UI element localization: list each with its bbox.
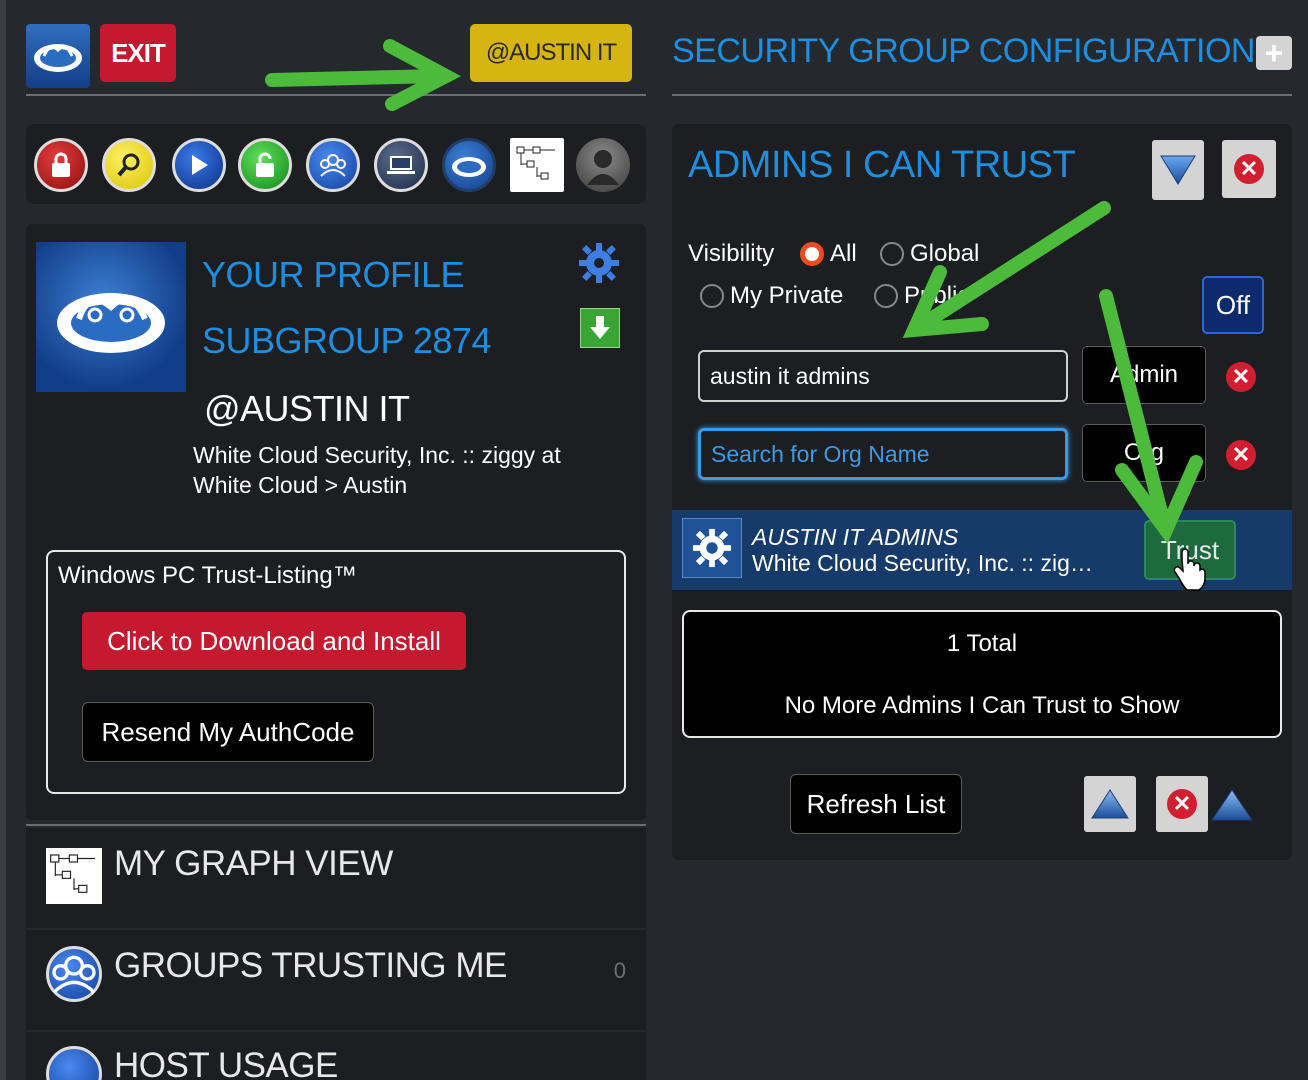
- up-arrow-icon: [1091, 789, 1129, 819]
- groups-trusting-count: 0: [613, 958, 626, 983]
- nav-label-groups-trusting: GROUPS TRUSTING ME: [114, 946, 507, 985]
- scroll-up-button[interactable]: [1084, 776, 1136, 832]
- profile-cloud-logo-icon: [36, 242, 186, 392]
- profile-title: YOUR PROFILE: [202, 254, 465, 295]
- close-panel-button[interactable]: ✕: [1222, 140, 1276, 198]
- visibility-label: Visibility: [688, 240, 775, 267]
- lock-red-icon[interactable]: [34, 138, 88, 192]
- radio-public-label: Public: [904, 282, 970, 309]
- radio-empty-icon: [700, 284, 724, 308]
- radio-empty-icon: [880, 242, 904, 266]
- subgroup-title: SUBGROUP 2874: [202, 320, 491, 361]
- close-icon: ✕: [1167, 789, 1197, 819]
- search-yellow-icon[interactable]: [102, 138, 156, 192]
- unlock-green-icon[interactable]: [238, 138, 292, 192]
- admins-title: ADMINS I CAN TRUST: [688, 144, 1076, 186]
- clear-org-button[interactable]: ✕: [1226, 440, 1256, 470]
- trust-button[interactable]: Trust: [1144, 520, 1236, 580]
- nav-item-host-usage[interactable]: HOST USAGE: [26, 1032, 646, 1080]
- close-icon: ✕: [1226, 440, 1256, 470]
- refresh-list-button[interactable]: Refresh List: [790, 774, 962, 834]
- admins-card: [672, 124, 1292, 860]
- divider: [26, 94, 646, 96]
- nav-item-groups-trusting[interactable]: GROUPS TRUSTING ME 0: [26, 930, 646, 1030]
- trust-listing-heading: Windows PC Trust-Listing™: [58, 562, 357, 589]
- groups-trusting-icon: [46, 946, 102, 1002]
- nav-item-graph-view[interactable]: MY GRAPH VIEW: [26, 828, 646, 928]
- radio-empty-icon: [874, 284, 898, 308]
- download-arrow-icon[interactable]: [580, 308, 620, 348]
- org-button[interactable]: @AUSTIN IT: [470, 24, 632, 82]
- off-toggle-button[interactable]: Off: [1202, 276, 1264, 334]
- total-count: 1 Total: [946, 630, 1018, 657]
- no-more-message: No More Admins I Can Trust to Show: [784, 692, 1180, 719]
- settings-gear-icon[interactable]: [578, 242, 620, 284]
- nav-label-graph-view: MY GRAPH VIEW: [114, 844, 393, 883]
- radio-all-label: All: [830, 240, 857, 267]
- cloud-icon[interactable]: [442, 138, 496, 192]
- download-install-button[interactable]: Click to Download and Install: [82, 612, 466, 670]
- radio-selected-icon: [800, 242, 824, 266]
- exit-button[interactable]: EXIT: [100, 24, 176, 82]
- filter-funnel-icon: [1160, 155, 1196, 185]
- cloud-logo-icon[interactable]: [26, 24, 90, 88]
- profile-description: White Cloud Security, Inc. :: ziggy at W…: [193, 442, 561, 498]
- radio-my-private[interactable]: My Private: [700, 282, 843, 310]
- admin-type-button[interactable]: Admin: [1082, 346, 1206, 404]
- play-icon[interactable]: [172, 138, 226, 192]
- icon-toolbar: [26, 124, 646, 204]
- radio-global[interactable]: Global: [880, 240, 979, 268]
- plus-icon: +: [1264, 34, 1284, 71]
- host-usage-icon: [46, 1046, 102, 1080]
- divider: [672, 94, 1292, 96]
- radio-all[interactable]: All: [800, 240, 857, 268]
- nav-label-host-usage: HOST USAGE: [114, 1046, 338, 1080]
- filter-button[interactable]: [1152, 140, 1204, 200]
- profile-handle: @AUSTIN IT: [204, 388, 410, 429]
- close-icon: ✕: [1234, 154, 1264, 184]
- graph-view-icon: [46, 848, 102, 904]
- admin-name-input[interactable]: [698, 350, 1068, 402]
- org-search-input[interactable]: [698, 428, 1068, 480]
- result-gear-icon[interactable]: [682, 518, 742, 578]
- user-avatar-icon[interactable]: [576, 138, 630, 192]
- result-org: White Cloud Security, Inc. :: zig…: [752, 550, 1093, 576]
- divider: [26, 824, 646, 826]
- computer-icon[interactable]: [374, 138, 428, 192]
- collapse-up-icon[interactable]: [1210, 788, 1254, 822]
- graph-icon[interactable]: [510, 138, 564, 192]
- close-bottom-button[interactable]: ✕: [1156, 776, 1208, 832]
- page-title: SECURITY GROUP CONFIGURATION: [672, 32, 1255, 70]
- radio-public[interactable]: Public: [874, 282, 969, 310]
- result-name: AUSTIN IT ADMINS: [752, 524, 959, 550]
- radio-global-label: Global: [910, 240, 980, 267]
- resend-authcode-button[interactable]: Resend My AuthCode: [82, 702, 374, 762]
- left-edge-bar: [0, 0, 6, 1080]
- radio-private-label: My Private: [730, 282, 844, 309]
- add-button[interactable]: +: [1256, 34, 1292, 71]
- org-type-button[interactable]: Org: [1082, 424, 1206, 482]
- clear-name-button[interactable]: ✕: [1226, 362, 1256, 392]
- close-icon: ✕: [1226, 362, 1256, 392]
- groups-icon[interactable]: [306, 138, 360, 192]
